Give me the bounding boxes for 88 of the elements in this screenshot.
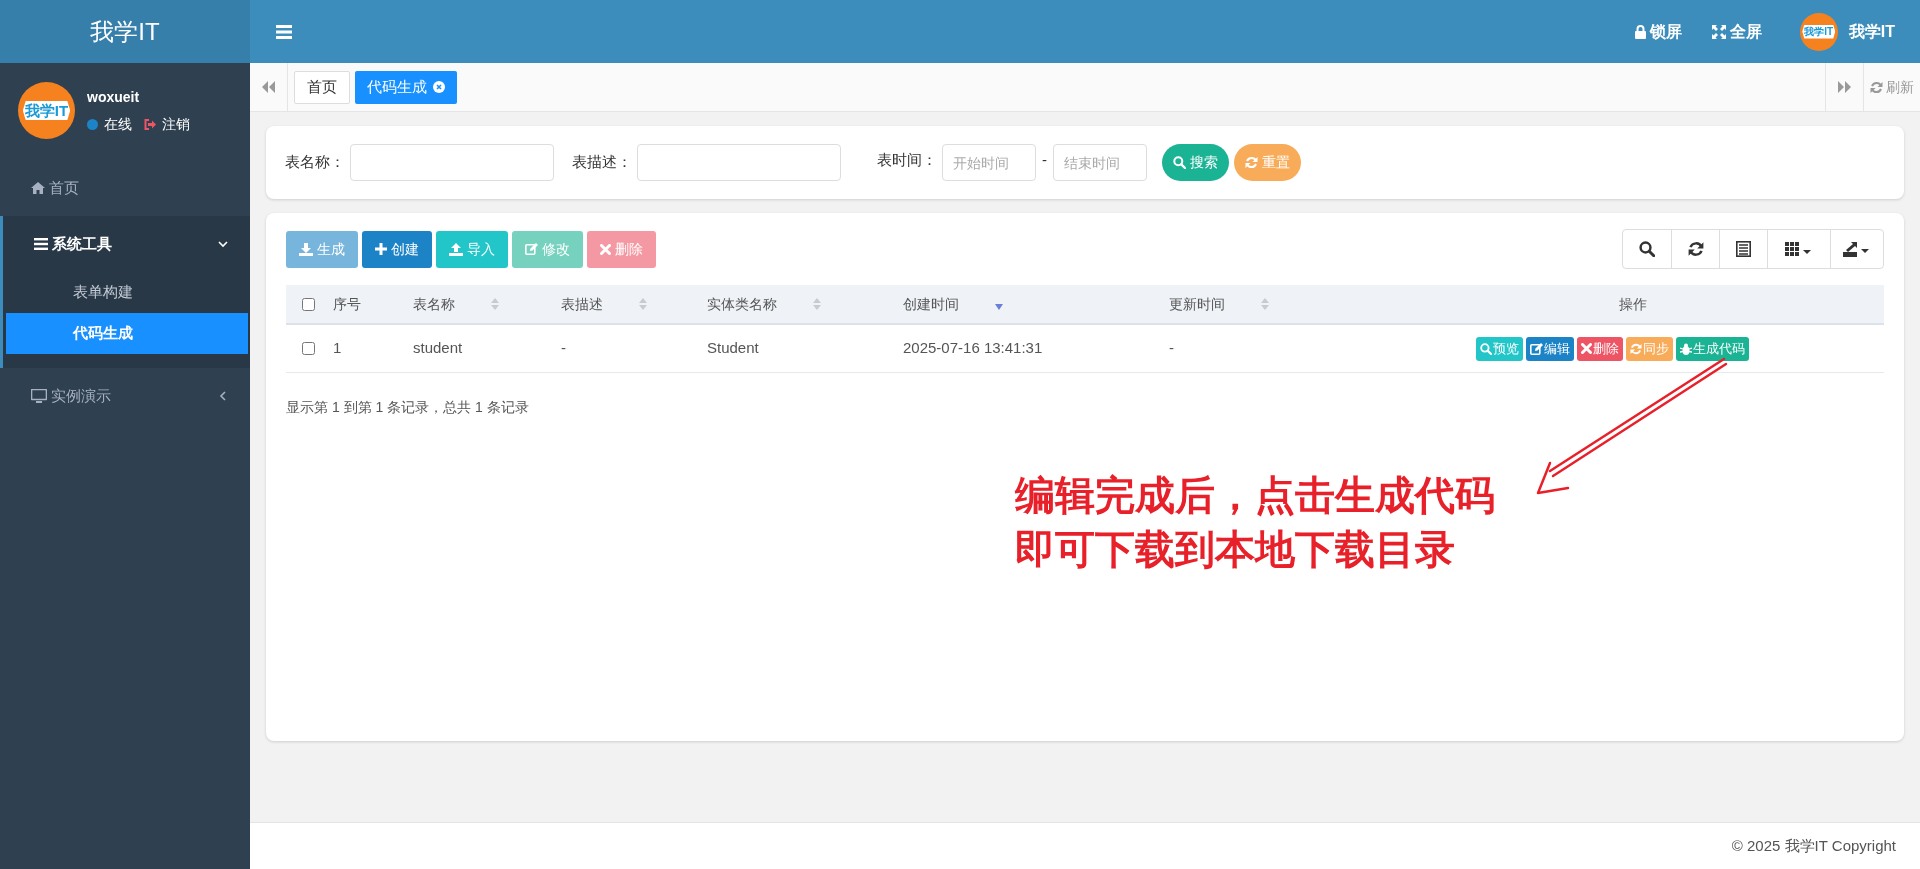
sort-icon — [1261, 297, 1269, 311]
logout-link[interactable]: 注销 — [162, 113, 190, 135]
annotation-text: 编辑完成后，点击生成代码 — [1015, 471, 1495, 520]
bug-icon — [1680, 342, 1692, 355]
refresh-icon — [1870, 80, 1883, 94]
search-icon — [1480, 342, 1492, 355]
preview-button[interactable]: 预览 — [1476, 336, 1523, 361]
field-label: 表描述： — [572, 152, 632, 173]
upload-icon — [449, 242, 463, 256]
refresh-icon — [1687, 241, 1704, 257]
search-icon — [1639, 241, 1655, 257]
column-header: 序号 — [333, 294, 361, 314]
annotation-text: 即可下载到本地下载目录 — [1015, 525, 1456, 574]
expand-icon — [1711, 24, 1726, 39]
sort-icon — [639, 297, 647, 311]
refresh-icon — [1630, 342, 1642, 355]
sort-icon — [813, 297, 821, 311]
sidebar-item[interactable]: 系统工具 — [3, 216, 250, 272]
date-field[interactable]: 结束时间 — [1053, 144, 1147, 181]
edit-icon — [525, 243, 538, 255]
row-checkbox[interactable] — [302, 342, 315, 355]
menu-icon — [34, 238, 48, 250]
fullscreen-button[interactable]: 全屏 — [1711, 19, 1762, 44]
copyright-text: © 2025 我学IT Copyright — [1731, 835, 1896, 856]
table-cell: 2025-07-16 13:41:31 — [903, 339, 1043, 357]
lock-icon — [1634, 24, 1646, 39]
date-field[interactable]: 开始时间 — [942, 144, 1036, 181]
column-header: 创建时间 — [903, 294, 959, 314]
grid-icon — [1785, 242, 1813, 256]
list-icon — [1736, 241, 1751, 257]
table-cell: student — [413, 339, 463, 357]
input-field[interactable] — [350, 144, 554, 181]
user-menu[interactable]: 我学IT 我学IT — [1799, 12, 1895, 51]
home-icon — [31, 182, 45, 194]
table-cell: - — [1169, 339, 1174, 357]
close-icon — [600, 243, 611, 255]
column-header: 实体类名称 — [707, 294, 777, 314]
monitor-icon — [31, 389, 47, 403]
close-icon — [433, 81, 445, 93]
export-icon — [1843, 241, 1871, 257]
search-button[interactable]: 搜索 — [1162, 144, 1229, 181]
range-separator: - — [1042, 150, 1047, 171]
sort-icon — [491, 297, 499, 311]
brand-title: 我学IT — [0, 0, 250, 63]
sidebar-item[interactable]: 实例演示 — [0, 368, 250, 424]
download-icon — [299, 242, 313, 256]
menu-icon — [276, 24, 292, 39]
field-label: 表名称： — [285, 152, 345, 173]
input-field[interactable] — [637, 144, 841, 181]
chevron-down-icon — [218, 239, 228, 249]
logo: 我学IT — [1799, 12, 1838, 51]
create-button[interactable]: 创建 — [362, 230, 432, 268]
double-chevron-right-icon — [1838, 81, 1851, 93]
column-header: 表名称 — [413, 294, 455, 314]
search-icon — [1173, 156, 1186, 169]
column-header: 更新时间 — [1169, 294, 1225, 314]
edit-button[interactable]: 编辑 — [1526, 336, 1574, 361]
sidebar-subitem[interactable]: 表单构建 — [6, 272, 248, 313]
logo: 我学IT — [18, 82, 75, 139]
column-header: 表描述 — [561, 294, 603, 314]
table-cell: 1 — [333, 339, 342, 357]
page-tab[interactable]: 代码生成 — [355, 70, 457, 104]
pagination-info: 显示第 1 到第 1 条记录，总共 1 条记录 — [286, 398, 530, 417]
sidebar-item[interactable]: 首页 — [0, 160, 250, 216]
lock-button[interactable]: 锁屏 — [1634, 19, 1682, 44]
table-cell: - — [561, 339, 566, 357]
sync-button[interactable]: 同步 — [1626, 336, 1673, 361]
delete-button[interactable]: 删除 — [1577, 336, 1623, 361]
status-text: 在线 — [104, 114, 132, 134]
edit-icon — [1530, 342, 1543, 355]
refresh-icon — [1245, 156, 1258, 169]
reset-button[interactable]: 重置 — [1234, 144, 1301, 181]
double-chevron-left-icon — [262, 81, 275, 93]
select-all-checkbox[interactable] — [302, 297, 315, 311]
close-icon — [1581, 343, 1592, 354]
user-name: woxueit — [87, 87, 141, 107]
chevron-left-icon — [218, 391, 228, 401]
refresh-button[interactable]: 刷新 — [1863, 63, 1920, 111]
sort-desc-icon — [995, 304, 1003, 310]
import-button[interactable]: 导入 — [436, 230, 508, 268]
generate-button[interactable]: 生成代码 — [1676, 336, 1749, 361]
logout-icon — [144, 118, 156, 130]
page-tab[interactable]: 首页 — [294, 70, 350, 104]
table-cell: Student — [707, 339, 759, 357]
plus-icon — [375, 243, 387, 255]
sidebar-subitem[interactable]: 代码生成 — [6, 313, 248, 354]
field-label: 表时间： — [877, 150, 937, 171]
column-header: 操作 — [1618, 294, 1647, 314]
